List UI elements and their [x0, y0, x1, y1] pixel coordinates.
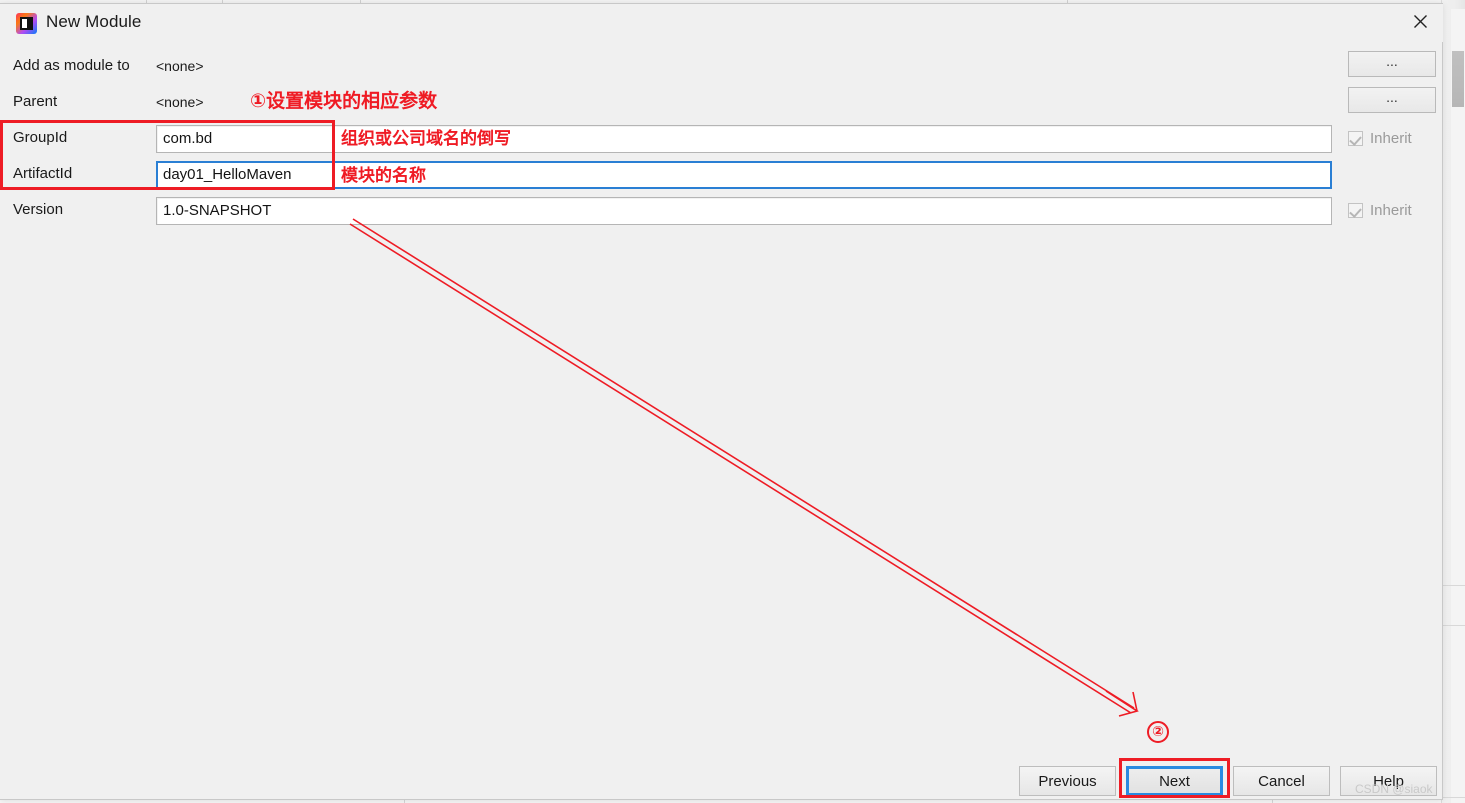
- version-input[interactable]: 1.0-SNAPSHOT: [156, 197, 1332, 225]
- close-button[interactable]: [1397, 4, 1443, 38]
- groupid-inherit-checkbox[interactable]: Inherit: [1348, 130, 1412, 147]
- next-button[interactable]: Next: [1126, 766, 1223, 796]
- label-version: Version: [13, 201, 64, 218]
- label-artifactid: ArtifactId: [13, 165, 73, 182]
- artifactid-input[interactable]: day01_HelloMaven: [156, 161, 1332, 189]
- form-row-version: Version 1.0-SNAPSHOT: [0, 197, 1443, 227]
- annotation-groupid-note: 组织或公司域名的倒写: [341, 129, 511, 149]
- dialog-titlebar: New Module: [0, 4, 1443, 42]
- annotation-artifactid-note: 模块的名称: [341, 166, 426, 186]
- value-parent[interactable]: <none>: [156, 94, 204, 110]
- version-inherit-label: Inherit: [1370, 202, 1412, 219]
- artifactid-value: day01_HelloMaven: [163, 166, 292, 183]
- groupid-inherit-label: Inherit: [1370, 130, 1412, 147]
- previous-button[interactable]: Previous: [1019, 766, 1116, 796]
- dialog-footer: Previous Next Cancel Help: [0, 764, 1443, 800]
- label-add-as-module-to: Add as module to: [13, 57, 130, 74]
- form-row-groupid: GroupId com.bd: [0, 125, 1443, 155]
- groupid-input[interactable]: com.bd: [156, 125, 1332, 153]
- parent-browse-button[interactable]: ...: [1348, 87, 1436, 113]
- close-icon: [1413, 14, 1427, 28]
- new-module-dialog: New Module Add as module to <none> ... P…: [0, 3, 1443, 800]
- checkbox-checked-icon: [1348, 203, 1363, 218]
- form-row-parent: Parent <none>: [0, 89, 1443, 119]
- version-value: 1.0-SNAPSHOT: [163, 202, 272, 219]
- background-scrollbar[interactable]: [1451, 9, 1465, 803]
- form-row-artifactid: ArtifactId day01_HelloMaven: [0, 161, 1443, 191]
- annotation-step2-marker: ②: [1147, 721, 1169, 743]
- screenshot-root: New Module Add as module to <none> ... P…: [0, 0, 1465, 803]
- version-inherit-checkbox[interactable]: Inherit: [1348, 202, 1412, 219]
- value-add-as-module-to[interactable]: <none>: [156, 58, 204, 74]
- label-parent: Parent: [13, 93, 58, 110]
- annotation-step1-text: ①设置模块的相应参数: [250, 90, 438, 112]
- cancel-button[interactable]: Cancel: [1233, 766, 1330, 796]
- label-groupid: GroupId: [13, 129, 68, 146]
- intellij-idea-icon: [16, 13, 37, 34]
- groupid-value: com.bd: [163, 130, 213, 147]
- checkbox-checked-icon: [1348, 131, 1363, 146]
- dialog-title: New Module: [46, 12, 142, 31]
- add-as-module-to-browse-button[interactable]: ...: [1348, 51, 1436, 77]
- watermark: CSDN @siaok: [1355, 782, 1433, 796]
- form-row-add-as-module-to: Add as module to <none>: [0, 53, 1443, 83]
- background-scrollbar-thumb[interactable]: [1452, 51, 1464, 107]
